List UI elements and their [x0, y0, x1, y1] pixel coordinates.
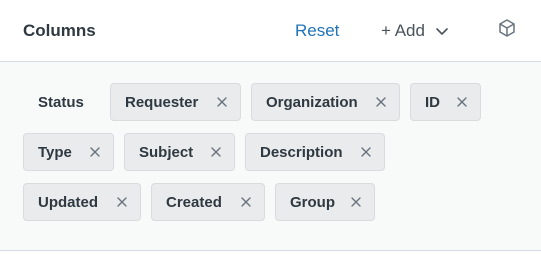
close-icon[interactable] [376, 97, 386, 107]
column-chip-id[interactable]: ID [410, 83, 481, 121]
reset-button[interactable]: Reset [295, 20, 339, 42]
column-chip-label: Group [290, 193, 335, 211]
close-icon[interactable] [211, 147, 221, 157]
chevron-down-icon [436, 28, 448, 35]
column-chip-description[interactable]: Description [245, 133, 385, 171]
column-chip-label: Description [260, 143, 343, 161]
column-chip-label: Type [38, 143, 72, 161]
column-chip-created[interactable]: Created [151, 183, 265, 221]
column-chip-label: Subject [139, 143, 194, 161]
column-chip-requester[interactable]: Requester [110, 83, 241, 121]
column-chip-label: Status [38, 93, 84, 111]
close-icon[interactable] [457, 97, 467, 107]
close-icon[interactable] [117, 197, 127, 207]
close-icon[interactable] [90, 147, 100, 157]
close-icon[interactable] [351, 197, 361, 207]
column-chip-group[interactable]: Group [275, 183, 375, 221]
column-chip-type[interactable]: Type [23, 133, 114, 171]
cube-icon[interactable] [497, 18, 517, 38]
column-chip-label: Requester [125, 93, 199, 111]
add-column-label: + Add [381, 21, 425, 40]
columns-panel: Columns Reset + Add Status Requester Org… [0, 0, 541, 254]
column-chip-label: ID [425, 93, 440, 111]
column-chip-organization[interactable]: Organization [251, 83, 400, 121]
close-icon[interactable] [361, 147, 371, 157]
column-chip-subject[interactable]: Subject [124, 133, 235, 171]
column-chip-label: Organization [266, 93, 358, 111]
add-column-button[interactable]: + Add [381, 20, 449, 42]
panel-title: Columns [23, 21, 96, 40]
close-icon[interactable] [217, 97, 227, 107]
column-chip-updated[interactable]: Updated [23, 183, 141, 221]
column-chip-label: Updated [38, 193, 98, 211]
column-chip-status: Status [23, 83, 101, 121]
column-chip-label: Created [166, 193, 222, 211]
panel-header: Columns Reset + Add [0, 0, 541, 62]
bottom-divider [0, 250, 541, 251]
close-icon[interactable] [241, 197, 251, 207]
